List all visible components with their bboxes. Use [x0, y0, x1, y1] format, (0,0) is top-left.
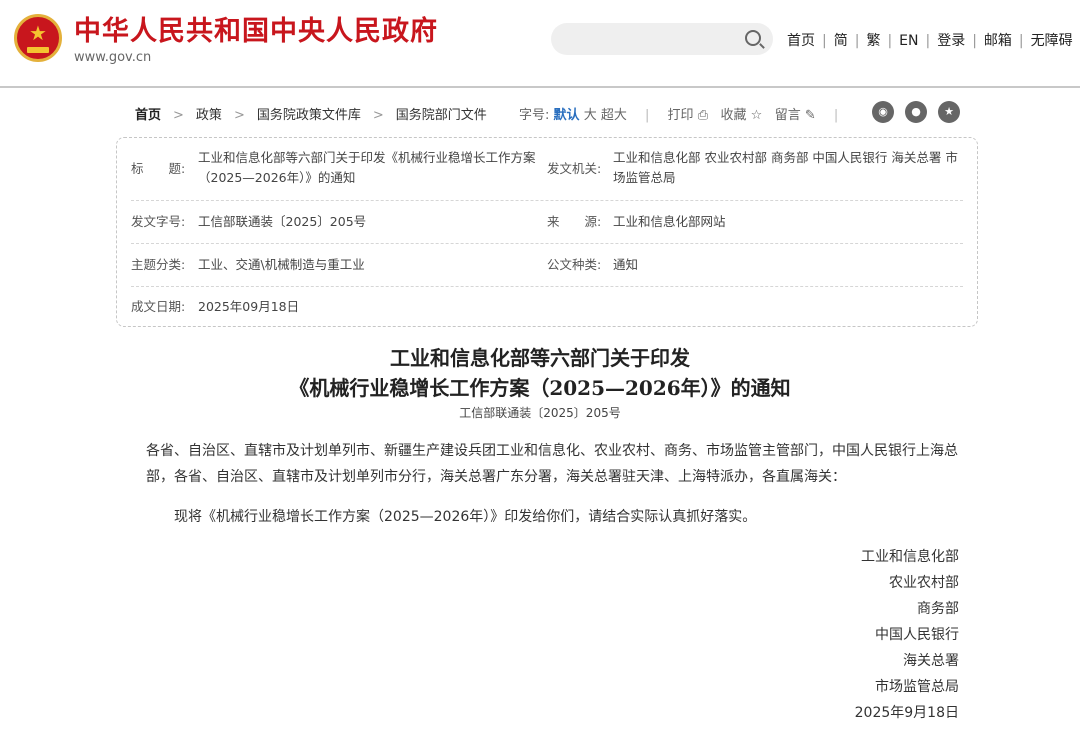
topic-value: 工业、交通\机械制造与重工业: [198, 257, 365, 272]
document-metadata: 标 题: 工业和信息化部等六部门关于印发《机械行业稳增长工作方案 （2025—20…: [116, 137, 978, 327]
font-large-button[interactable]: 大: [584, 108, 597, 123]
print-button[interactable]: 打印 ⎙: [668, 108, 709, 123]
signature-date: 2025年9月18日: [854, 705, 959, 721]
issuer-label: 发文机关:: [547, 161, 602, 176]
article-title-line-2: 《机械行业稳增长工作方案（2025—2026年）》的通知: [289, 376, 791, 400]
signatory: 中国人民银行: [875, 627, 959, 643]
docno-label: 发文字号:: [131, 214, 186, 229]
issuer-value: 工业和信息化部 农业农村部 商务部 中国人民银行 海关总署 市场监管总局: [613, 150, 958, 185]
nav-traditional[interactable]: 繁: [866, 33, 880, 49]
date-label: 成文日期:: [131, 299, 186, 314]
nav-home[interactable]: 首页: [787, 33, 815, 49]
type-label: 公文种类:: [547, 257, 602, 272]
article-doc-number: 工信部联通装〔2025〕205号: [459, 406, 621, 420]
favorite-button[interactable]: 收藏 ☆: [721, 108, 763, 123]
weibo-icon[interactable]: ◉: [872, 101, 894, 123]
title-label: 标 题:: [131, 161, 186, 176]
breadcrumb-policy-library[interactable]: 国务院政策文件库: [257, 108, 361, 123]
star-outline-icon: ☆: [750, 108, 763, 123]
signatory: 农业农村部: [889, 575, 959, 591]
wechat-icon[interactable]: ●: [905, 101, 927, 123]
breadcrumb-dept-docs[interactable]: 国务院部门文件: [396, 108, 487, 123]
meta-row: 发文字号: 工信部联通装〔2025〕205号 来 源: 工业和信息化部网站: [131, 201, 963, 244]
signatory: 市场监管总局: [875, 679, 959, 695]
comment-button[interactable]: 留言 ✎: [775, 108, 816, 123]
recipients-paragraph: 各省、自治区、直辖市及计划单列市、新疆生产建设兵团工业和信息化、农业农村、商务、…: [146, 443, 958, 485]
breadcrumb-policy[interactable]: 政策: [196, 108, 222, 123]
search-input[interactable]: [551, 23, 773, 55]
top-nav: 首页 | 简 | 繁 | EN | 登录 | 邮箱 | 无障碍: [787, 33, 1073, 49]
signatory: 海关总署: [903, 653, 959, 669]
nav-english[interactable]: EN: [899, 33, 918, 49]
article-title-line-1: 工业和信息化部等六部门关于印发: [390, 346, 690, 370]
star-icon[interactable]: ★: [938, 101, 960, 123]
meta-row: 主题分类: 工业、交通\机械制造与重工业 公文种类: 通知: [131, 244, 963, 287]
font-xlarge-button[interactable]: 超大: [601, 108, 627, 123]
search-icon[interactable]: [745, 30, 761, 46]
signatory: 工业和信息化部: [861, 549, 959, 565]
type-value: 通知: [613, 257, 639, 272]
national-emblem-icon[interactable]: [14, 14, 62, 62]
nav-simplified[interactable]: 简: [834, 33, 848, 49]
meta-row: 标 题: 工业和信息化部等六部门关于印发《机械行业稳增长工作方案 （2025—20…: [131, 138, 963, 201]
nav-login[interactable]: 登录: [937, 33, 965, 49]
nav-accessibility[interactable]: 无障碍: [1031, 33, 1073, 49]
signatory: 商务部: [917, 601, 959, 617]
site-title[interactable]: 中华人民共和国中央人民政府: [74, 16, 438, 48]
breadcrumb: 首页 > 政策 > 国务院政策文件库 > 国务院部门文件: [135, 108, 487, 123]
pen-icon: ✎: [804, 108, 816, 123]
nav-mail[interactable]: 邮箱: [984, 33, 1012, 49]
title-value: 工业和信息化部等六部门关于印发《机械行业稳增长工作方案 （2025—2026年）》…: [198, 150, 536, 185]
source-value: 工业和信息化部网站: [613, 214, 726, 229]
site-header: 中华人民共和国中央人民政府 www.gov.cn 首页|简|繁|EN|登录|邮箱…: [0, 0, 1080, 88]
site-url[interactable]: www.gov.cn: [74, 50, 151, 65]
topic-label: 主题分类:: [131, 257, 186, 272]
body-paragraph: 现将《机械行业稳增长工作方案（2025—2026年）》印发给你们，请结合实际认真…: [174, 509, 757, 525]
meta-row: 成文日期: 2025年09月18日: [131, 287, 963, 327]
source-label: 来 源:: [547, 214, 602, 229]
printer-icon: ⎙: [697, 108, 709, 123]
docno-value: 工信部联通装〔2025〕205号: [198, 214, 367, 229]
tools: 字号: 默认 大 超大 | 打印 ⎙ 收藏 ☆ 留言 ✎ |: [519, 108, 839, 123]
font-default-button[interactable]: 默认: [554, 108, 580, 123]
breadcrumb-home[interactable]: 首页: [135, 108, 161, 123]
font-size-label: 字号:: [519, 108, 550, 123]
date-value: 2025年09月18日: [198, 299, 300, 314]
